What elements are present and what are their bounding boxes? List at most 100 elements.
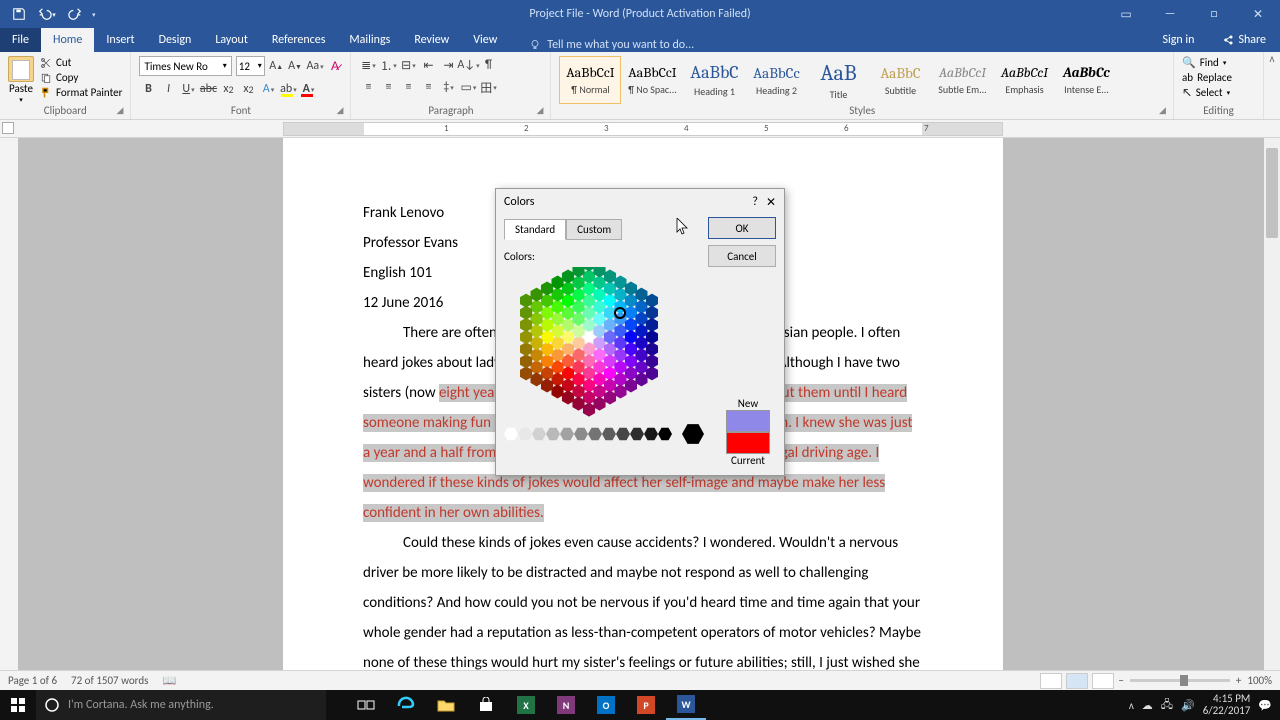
horizontal-ruler[interactable]: 1234567 bbox=[0, 120, 1280, 138]
borders-icon[interactable]: 田 bbox=[479, 78, 497, 96]
shading-icon[interactable]: ▭ bbox=[459, 78, 477, 96]
gray-swatch[interactable] bbox=[644, 427, 658, 441]
dialog-help-icon[interactable]: ? bbox=[752, 195, 758, 210]
volume-icon[interactable]: 🔊 bbox=[1181, 699, 1195, 712]
file-explorer-icon[interactable] bbox=[426, 690, 466, 720]
zoom-out-icon[interactable]: − bbox=[1118, 674, 1123, 687]
action-center-icon[interactable]: 💬 bbox=[1258, 699, 1272, 712]
onenote-icon[interactable]: N bbox=[546, 690, 586, 720]
style-card[interactable]: AaBbCHeading 1 bbox=[683, 56, 745, 104]
store-icon[interactable] bbox=[466, 690, 506, 720]
print-layout-icon[interactable] bbox=[1066, 673, 1088, 689]
close-icon[interactable]: ✕ bbox=[1236, 0, 1280, 28]
line-spacing-icon[interactable]: ‡ bbox=[439, 78, 457, 96]
style-card[interactable]: AaBbCcHeading 2 bbox=[745, 56, 807, 104]
style-card[interactable]: AaBbCcIntense E... bbox=[1055, 56, 1117, 104]
cancel-button[interactable]: Cancel bbox=[708, 245, 776, 267]
find-button[interactable]: 🔍Find▾ bbox=[1182, 56, 1255, 69]
zoom-level[interactable]: 100% bbox=[1247, 674, 1272, 687]
onedrive-icon[interactable]: ☁ bbox=[1142, 699, 1153, 712]
powerpoint-icon[interactable]: P bbox=[626, 690, 666, 720]
black-hex[interactable] bbox=[682, 423, 704, 445]
clipboard-dialog-launcher[interactable]: ◢ bbox=[116, 105, 128, 117]
minimize-icon[interactable]: — bbox=[1148, 0, 1192, 28]
gray-swatch[interactable] bbox=[616, 427, 630, 441]
align-center-icon[interactable]: ≡ bbox=[379, 78, 397, 96]
save-icon[interactable] bbox=[8, 3, 30, 25]
gray-swatch[interactable] bbox=[630, 427, 644, 441]
outlook-icon[interactable]: O bbox=[586, 690, 626, 720]
word-icon[interactable]: W bbox=[666, 690, 706, 720]
numbering-icon[interactable]: ⒈ bbox=[379, 56, 397, 74]
style-card[interactable]: AaBbCcI¶ No Spac... bbox=[621, 56, 683, 104]
text-effects-icon[interactable]: A bbox=[259, 80, 277, 98]
vertical-scrollbar[interactable] bbox=[1264, 138, 1280, 670]
shrink-font-icon[interactable]: A▼ bbox=[288, 57, 303, 75]
gray-swatch[interactable] bbox=[658, 427, 672, 441]
select-button[interactable]: ↖Select▾ bbox=[1182, 86, 1255, 99]
style-card[interactable]: AaBbCSubtitle bbox=[869, 56, 931, 104]
gray-swatch[interactable] bbox=[504, 427, 518, 441]
gray-swatch[interactable] bbox=[546, 427, 560, 441]
web-layout-icon[interactable] bbox=[1092, 673, 1114, 689]
edge-icon[interactable] bbox=[386, 690, 426, 720]
increase-indent-icon[interactable]: ⇥ bbox=[439, 56, 457, 74]
tell-me-search[interactable]: Tell me what you want to do... bbox=[529, 38, 694, 52]
subscript-button[interactable]: x2 bbox=[219, 80, 237, 98]
font-name-combo[interactable]: Times New Ro▾ bbox=[139, 56, 231, 76]
align-left-icon[interactable]: ≡ bbox=[359, 78, 377, 96]
spellcheck-icon[interactable]: 📖 bbox=[162, 674, 176, 687]
undo-icon[interactable]: ▾ bbox=[36, 3, 58, 25]
font-size-combo[interactable]: 12▾ bbox=[236, 56, 265, 76]
tab-file[interactable]: File bbox=[0, 28, 41, 52]
dialog-titlebar[interactable]: Colors ? ✕ bbox=[496, 189, 784, 215]
clear-formatting-icon[interactable]: A̷ bbox=[328, 57, 343, 75]
replace-button[interactable]: abReplace bbox=[1182, 71, 1255, 84]
styles-dialog-launcher[interactable]: ◢ bbox=[1159, 105, 1171, 117]
sort-icon[interactable]: A↓ bbox=[459, 56, 477, 74]
tab-mailings[interactable]: Mailings bbox=[337, 28, 402, 52]
tab-home[interactable]: Home bbox=[41, 28, 94, 52]
copy-button[interactable]: Copy bbox=[40, 71, 122, 84]
clock[interactable]: 4:15 PM 6/22/2017 bbox=[1203, 693, 1251, 717]
collapse-ribbon-icon[interactable]: ʌ bbox=[1264, 52, 1280, 119]
superscript-button[interactable]: x2 bbox=[239, 80, 257, 98]
sign-in-link[interactable]: Sign in bbox=[1148, 28, 1208, 52]
style-card[interactable]: AaBTitle bbox=[807, 56, 869, 104]
style-card[interactable]: AaBbCcI¶ Normal bbox=[559, 56, 621, 104]
share-button[interactable]: Share bbox=[1208, 28, 1280, 52]
gray-swatch[interactable] bbox=[602, 427, 616, 441]
tab-view[interactable]: View bbox=[461, 28, 509, 52]
tab-review[interactable]: Review bbox=[402, 28, 461, 52]
justify-icon[interactable]: ≡ bbox=[419, 78, 437, 96]
color-hexagon-picker[interactable] bbox=[504, 267, 674, 417]
bold-button[interactable]: B bbox=[139, 80, 157, 98]
ok-button[interactable]: OK bbox=[708, 217, 776, 239]
zoom-slider[interactable] bbox=[1130, 679, 1230, 682]
tab-layout[interactable]: Layout bbox=[203, 28, 260, 52]
ruler-corner[interactable] bbox=[2, 122, 14, 134]
vertical-ruler[interactable] bbox=[0, 138, 18, 670]
zoom-in-icon[interactable]: + bbox=[1236, 674, 1241, 687]
change-case-icon[interactable]: Aa bbox=[306, 57, 323, 75]
dialog-close-icon[interactable]: ✕ bbox=[766, 195, 776, 210]
paragraph-dialog-launcher[interactable]: ◢ bbox=[536, 105, 548, 117]
tab-custom[interactable]: Custom bbox=[566, 219, 622, 240]
tab-design[interactable]: Design bbox=[147, 28, 204, 52]
ribbon-display-icon[interactable]: ▭ bbox=[1104, 0, 1148, 28]
word-count[interactable]: 72 of 1507 words bbox=[71, 674, 148, 687]
maximize-icon[interactable]: □ bbox=[1192, 0, 1236, 28]
read-mode-icon[interactable] bbox=[1040, 673, 1062, 689]
grow-font-icon[interactable]: A▲ bbox=[269, 57, 284, 75]
gray-swatch[interactable] bbox=[560, 427, 574, 441]
tab-standard[interactable]: Standard bbox=[504, 219, 566, 240]
gray-swatch[interactable] bbox=[574, 427, 588, 441]
excel-icon[interactable]: X bbox=[506, 690, 546, 720]
paste-button[interactable]: Paste ▾ bbox=[8, 56, 34, 104]
scrollbar-thumb[interactable] bbox=[1266, 148, 1278, 238]
network-icon[interactable]: 🖧 bbox=[1161, 696, 1173, 715]
multilevel-list-icon[interactable]: ⊟ bbox=[399, 56, 417, 74]
tab-insert[interactable]: Insert bbox=[94, 28, 146, 52]
font-dialog-launcher[interactable]: ◢ bbox=[336, 105, 348, 117]
start-button[interactable] bbox=[0, 690, 36, 720]
